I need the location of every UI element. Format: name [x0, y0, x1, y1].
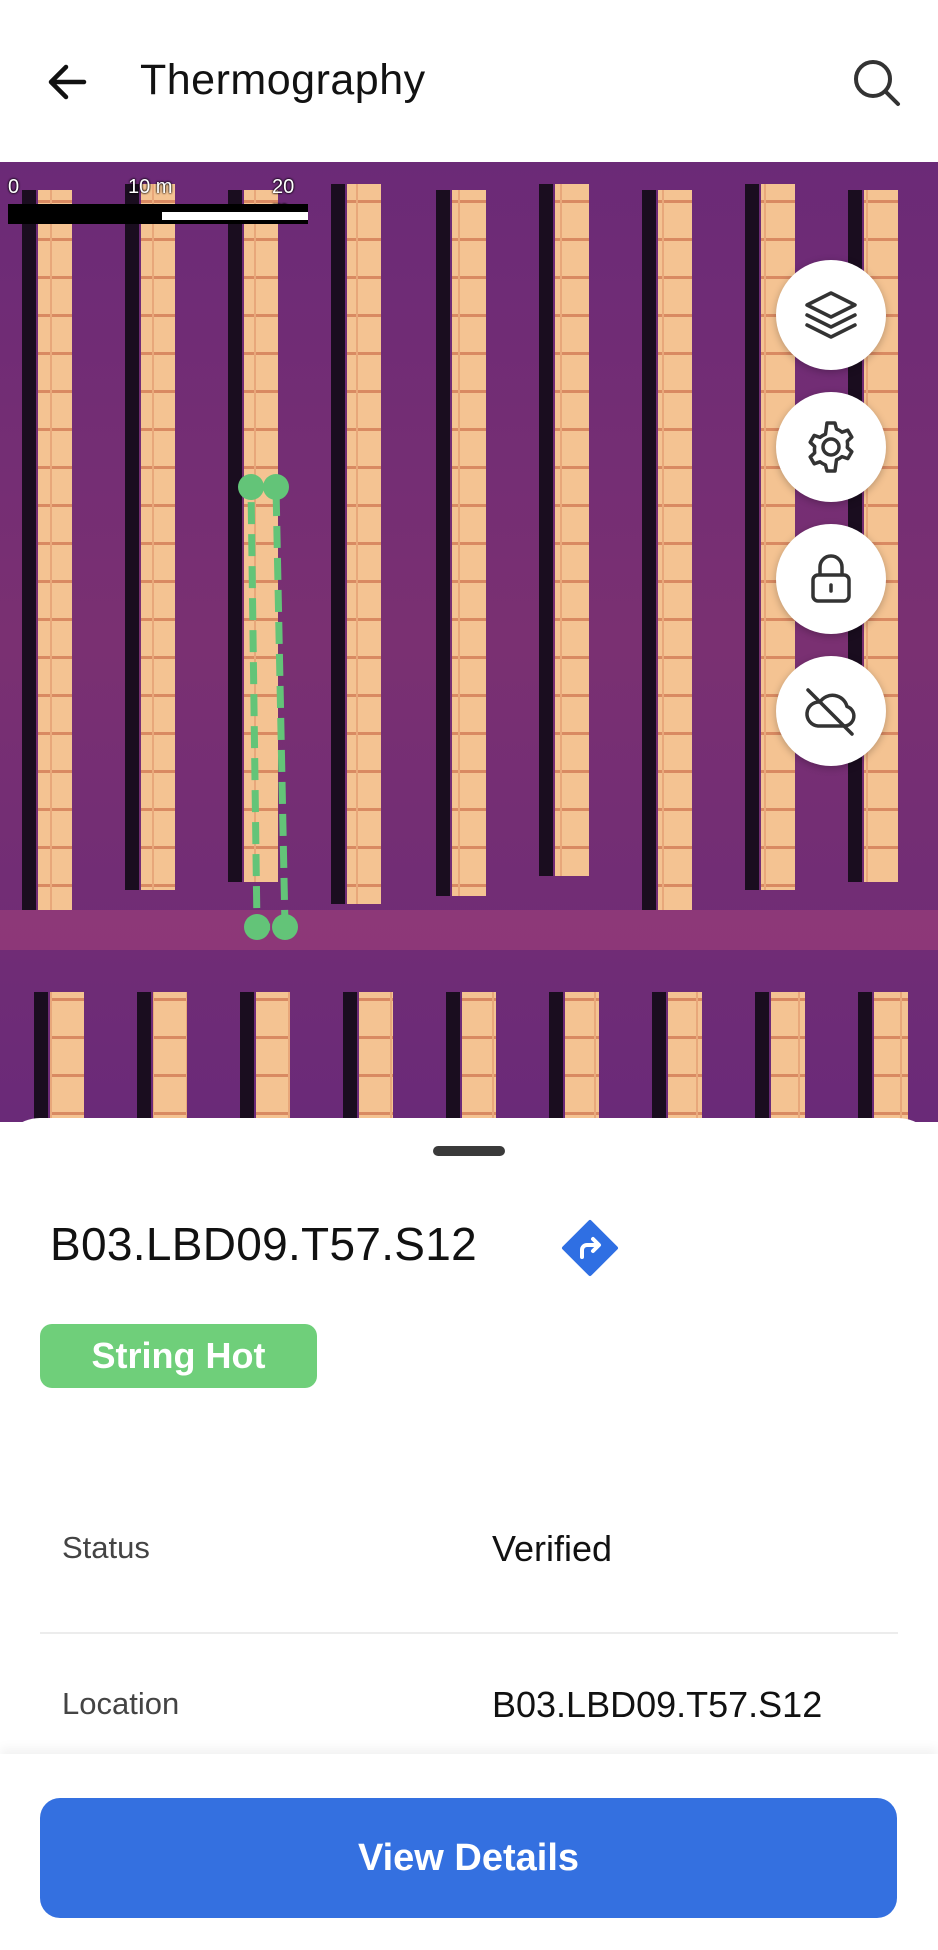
panel-row-bottom-shadow-0 [34, 992, 48, 1122]
panel-row-bottom-shadow-7 [755, 992, 769, 1122]
panel-row-bottom-3 [359, 992, 393, 1122]
access-road [0, 910, 938, 950]
map-scale-bar: 0 10 m 20 m [8, 176, 313, 236]
sheet-drag-handle[interactable] [433, 1146, 505, 1156]
arrow-left-icon [48, 64, 87, 100]
panel-row-bottom-shadow-2 [240, 992, 254, 1122]
panel-row-bottom-5 [565, 992, 599, 1122]
settings-button[interactable] [776, 392, 886, 502]
location-label: Location [62, 1686, 180, 1721]
panel-row-top-6 [658, 190, 692, 910]
footer-bar: View Details [0, 1754, 938, 1950]
panel-row-top-shadow-6 [642, 190, 656, 910]
panel-row-top-shadow-3 [331, 184, 345, 904]
page-title: Thermography [140, 56, 426, 104]
panel-row-bottom-shadow-3 [343, 992, 357, 1122]
panel-row-bottom-6 [668, 992, 702, 1122]
panel-row-top-shadow-4 [436, 190, 450, 896]
panel-row-top-shadow-1 [125, 184, 139, 890]
location-value: B03.LBD09.T57.S12 [492, 1684, 823, 1725]
panel-row-bottom-shadow-1 [137, 992, 151, 1122]
panel-row-bottom-shadow-8 [858, 992, 872, 1122]
panel-row-bottom-7 [771, 992, 805, 1122]
scale-label-0: 0 [8, 176, 20, 198]
panel-row-bottom-1 [153, 992, 187, 1122]
asset-id-title: B03.LBD09.T57.S12 [50, 1218, 478, 1270]
layers-button[interactable] [776, 260, 886, 370]
directions-button[interactable] [560, 1218, 620, 1278]
panel-row-bottom-shadow-4 [446, 992, 460, 1122]
panel-row-bottom-shadow-5 [549, 992, 563, 1122]
status-badge: String Hot [40, 1324, 317, 1388]
layers-icon [805, 291, 857, 339]
app-screen: Thermography 0 10 m 20 B03.LBD09.T57.S12… [0, 0, 938, 1950]
status-label: Status [62, 1530, 150, 1565]
directions-icon [562, 1220, 618, 1276]
lock-icon [811, 554, 851, 603]
status-value: Verified [492, 1528, 613, 1569]
panel-row-top-3 [347, 184, 381, 904]
search-icon [854, 60, 900, 106]
panel-row-bottom-0 [50, 992, 84, 1122]
gear-icon [808, 421, 854, 473]
app-header: Thermography [0, 0, 938, 162]
panel-row-top-shadow-5 [539, 184, 553, 876]
view-details-button[interactable]: View Details [40, 1798, 897, 1918]
back-button[interactable] [36, 50, 100, 114]
panel-row-top-shadow-7 [745, 184, 759, 890]
panel-row-bottom-4 [462, 992, 496, 1122]
row-divider [40, 1632, 898, 1634]
detail-sheet: B03.LBD09.T57.S12 String Hot Status Veri… [0, 1118, 938, 1758]
panel-row-top-0 [38, 190, 72, 910]
scale-bar-graphic [8, 204, 308, 224]
panel-row-top-4 [452, 190, 486, 896]
panel-row-top-5 [555, 184, 589, 876]
panel-row-top-shadow-0 [22, 190, 36, 910]
panel-row-bottom-shadow-6 [652, 992, 666, 1122]
panel-rows-bottom [34, 992, 908, 1122]
panel-row-bottom-2 [256, 992, 290, 1122]
panel-row-top-1 [141, 184, 175, 890]
lock-button[interactable] [776, 524, 886, 634]
panel-row-bottom-8 [874, 992, 908, 1122]
panel-rows-top [22, 184, 898, 910]
search-button[interactable] [842, 48, 912, 118]
panel-row-top-shadow-2 [228, 190, 242, 882]
scale-label-10m: 10 m [128, 176, 173, 198]
thermal-map[interactable]: 0 10 m 20 m [0, 162, 938, 1122]
cloud-off-button[interactable] [776, 656, 886, 766]
cloud-off-icon [805, 688, 856, 736]
